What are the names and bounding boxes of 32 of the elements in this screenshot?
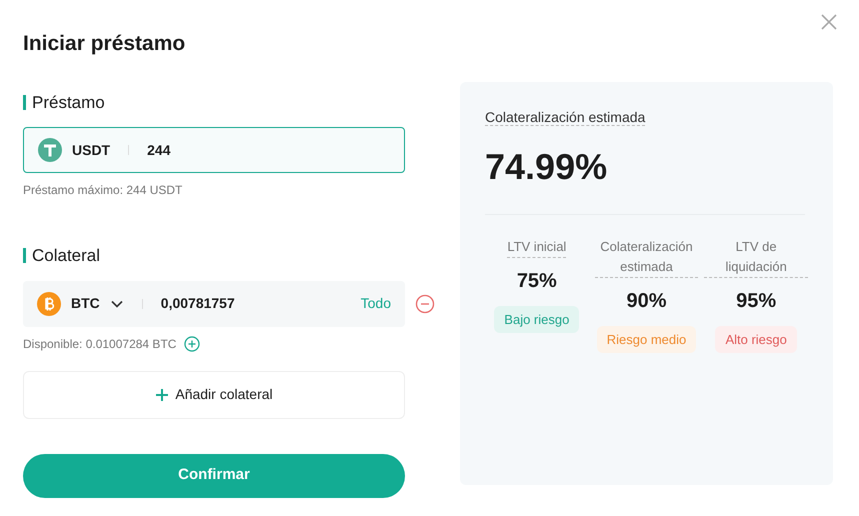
available-hint: Disponible: 0.01007284 BTC [23, 336, 176, 352]
amount-value: 244 [147, 140, 170, 160]
risk-badge: Alto riesgo [715, 326, 797, 353]
summary-value: 74.99% [485, 144, 608, 188]
close-button[interactable] [819, 12, 839, 32]
section-heading: Colateral [32, 245, 100, 267]
add-collateral-button[interactable]: Añadir colateral [23, 370, 405, 418]
currency-label: USDT [72, 140, 110, 160]
risk-badge: Bajo riesgo [494, 306, 580, 333]
loan-amount-field[interactable]: USDT 244 [23, 127, 405, 173]
section-marker [23, 94, 26, 110]
summary-label: Colateralización estimada [485, 108, 646, 126]
tether-icon [38, 138, 62, 162]
metric-value: 75% [516, 268, 557, 294]
bitcoin-icon [37, 292, 61, 316]
collateral-amount-field[interactable]: BTC 0,00781757 Todo [23, 280, 405, 326]
remove-icon[interactable] [415, 294, 435, 314]
metric-label: LTV de liquidación [704, 236, 808, 278]
currency-label: BTC [71, 294, 100, 313]
dialog-title: Iniciar préstamo [23, 31, 186, 57]
add-icon[interactable] [184, 336, 200, 352]
max-loan-hint: Préstamo máximo: 244 USDT [23, 182, 184, 199]
amount-value: 0,00781757 [160, 294, 235, 313]
section-marker [23, 248, 26, 264]
close-icon [820, 13, 838, 31]
plus-icon [155, 388, 170, 402]
risk-badge: Riesgo medio [596, 326, 696, 353]
metric-value: 90% [626, 288, 666, 314]
metric-value: 95% [736, 288, 776, 314]
metric-label: LTV inicial [507, 236, 566, 258]
metric-label: Colateralización estimada [594, 236, 698, 278]
section-heading: Préstamo [32, 92, 105, 114]
